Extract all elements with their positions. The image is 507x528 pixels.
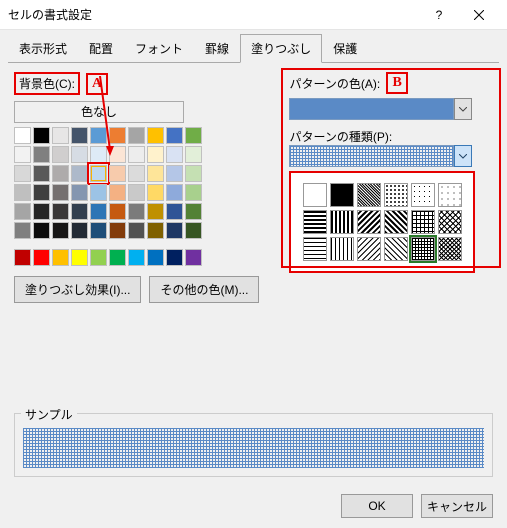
dialog-title: セルの書式設定 <box>8 6 419 23</box>
swatch[interactable] <box>147 146 164 163</box>
swatch[interactable] <box>33 222 50 239</box>
swatch[interactable] <box>14 127 31 144</box>
swatch[interactable] <box>185 249 202 266</box>
swatch[interactable] <box>166 222 183 239</box>
swatch[interactable] <box>147 165 164 182</box>
swatch[interactable] <box>166 127 183 144</box>
swatch[interactable] <box>33 127 50 144</box>
swatch[interactable] <box>90 249 107 266</box>
swatch[interactable] <box>71 222 88 239</box>
swatch[interactable] <box>52 165 69 182</box>
swatch[interactable] <box>90 146 107 163</box>
swatch[interactable] <box>128 146 145 163</box>
swatch[interactable] <box>147 222 164 239</box>
swatch[interactable] <box>33 203 50 220</box>
tab-font[interactable]: フォント <box>124 34 194 63</box>
swatch[interactable] <box>14 184 31 201</box>
swatch[interactable] <box>14 203 31 220</box>
more-colors-button[interactable]: その他の色(M)... <box>149 276 259 303</box>
swatch[interactable] <box>52 249 69 266</box>
swatch[interactable] <box>109 127 126 144</box>
bgcolor-label: 背景色(C): <box>14 72 80 95</box>
swatch[interactable] <box>128 127 145 144</box>
swatch[interactable] <box>90 127 107 144</box>
swatch[interactable] <box>109 165 126 182</box>
tabstrip: 表示形式 配置 フォント 罫線 塗りつぶし 保護 <box>0 30 507 63</box>
swatch[interactable] <box>109 222 126 239</box>
swatch[interactable] <box>128 184 145 201</box>
swatch[interactable] <box>166 249 183 266</box>
swatch[interactable] <box>109 184 126 201</box>
swatch[interactable] <box>33 184 50 201</box>
swatch[interactable] <box>185 146 202 163</box>
swatch[interactable] <box>90 165 107 182</box>
swatch[interactable] <box>147 249 164 266</box>
tab-fill[interactable]: 塗りつぶし <box>240 34 322 63</box>
swatch[interactable] <box>33 165 50 182</box>
bgcolor-section: 背景色(C): A 色なし 塗りつぶし効果(I)... その他の色(M)... <box>14 72 259 303</box>
swatch[interactable] <box>14 165 31 182</box>
swatch[interactable] <box>166 165 183 182</box>
swatch[interactable] <box>71 146 88 163</box>
swatch[interactable] <box>71 203 88 220</box>
swatch[interactable] <box>166 146 183 163</box>
fill-effects-button[interactable]: 塗りつぶし効果(I)... <box>14 276 141 303</box>
sample-label: サンプル <box>21 406 77 423</box>
swatch[interactable] <box>52 146 69 163</box>
swatch[interactable] <box>14 222 31 239</box>
pattern-section: パターンの色(A): B パターンの種類(P): <box>289 72 475 303</box>
swatch[interactable] <box>33 146 50 163</box>
swatch[interactable] <box>33 249 50 266</box>
swatch[interactable] <box>90 203 107 220</box>
swatch[interactable] <box>52 184 69 201</box>
tab-border[interactable]: 罫線 <box>194 34 240 63</box>
swatch[interactable] <box>128 249 145 266</box>
sample-preview <box>23 428 484 468</box>
swatch[interactable] <box>14 146 31 163</box>
close-button[interactable] <box>459 0 499 30</box>
tab-align[interactable]: 配置 <box>78 34 124 63</box>
swatch[interactable] <box>185 222 202 239</box>
tab-format[interactable]: 表示形式 <box>8 34 78 63</box>
swatch[interactable] <box>109 249 126 266</box>
swatch[interactable] <box>147 184 164 201</box>
swatch[interactable] <box>185 184 202 201</box>
swatch[interactable] <box>109 146 126 163</box>
swatch[interactable] <box>128 203 145 220</box>
swatch[interactable] <box>147 203 164 220</box>
swatch[interactable] <box>52 222 69 239</box>
swatch[interactable] <box>52 127 69 144</box>
swatch[interactable] <box>185 203 202 220</box>
callout-a: A <box>86 73 108 95</box>
swatch[interactable] <box>147 127 164 144</box>
help-button[interactable]: ? <box>419 0 459 30</box>
swatch[interactable] <box>90 184 107 201</box>
swatch[interactable] <box>185 127 202 144</box>
swatch[interactable] <box>166 184 183 201</box>
swatch[interactable] <box>71 165 88 182</box>
swatch[interactable] <box>166 203 183 220</box>
swatch[interactable] <box>185 165 202 182</box>
ok-button[interactable]: OK <box>341 494 413 518</box>
no-color[interactable]: 色なし <box>14 101 184 123</box>
swatch[interactable] <box>71 184 88 201</box>
tab-protect[interactable]: 保護 <box>322 34 368 63</box>
swatch[interactable] <box>128 165 145 182</box>
cancel-button[interactable]: キャンセル <box>421 494 493 518</box>
swatch[interactable] <box>128 222 145 239</box>
swatch[interactable] <box>71 127 88 144</box>
swatch[interactable] <box>71 249 88 266</box>
swatch[interactable] <box>14 249 31 266</box>
swatch[interactable] <box>52 203 69 220</box>
swatch[interactable] <box>90 222 107 239</box>
swatch[interactable] <box>109 203 126 220</box>
